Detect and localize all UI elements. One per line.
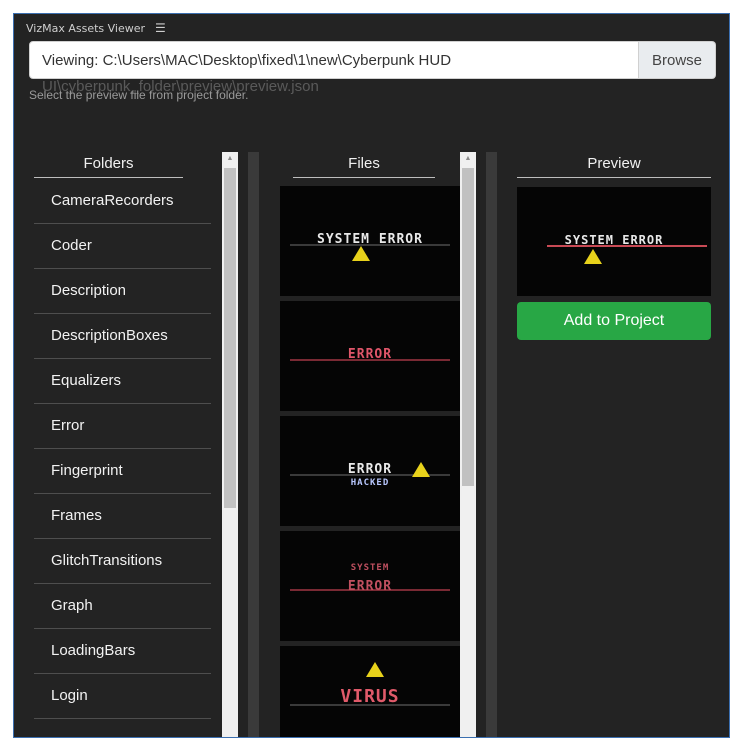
file-label: ERROR — [347, 462, 393, 477]
folders-scrollbar[interactable]: ▲ — [222, 152, 238, 737]
folders-header: Folders — [34, 154, 183, 178]
warning-icon — [366, 662, 384, 677]
window-title: VizMax Assets Viewer — [26, 21, 146, 35]
folder-item[interactable]: Equalizers — [34, 359, 211, 404]
file-label: VIRUS — [340, 686, 400, 707]
add-to-project-button[interactable]: Add to Project — [517, 302, 711, 340]
title-bar: VizMax Assets Viewer ☰ — [26, 21, 166, 35]
panel-divider-right — [486, 152, 497, 737]
preview-label: SYSTEM ERROR — [564, 233, 664, 247]
warning-icon — [352, 246, 370, 261]
file-thumbnail[interactable]: HACKED ERROR — [280, 416, 460, 526]
hamburger-menu-icon[interactable]: ☰ — [155, 22, 166, 34]
path-input[interactable] — [29, 41, 639, 79]
folder-item[interactable]: Description — [34, 269, 211, 314]
file-label: ERROR — [347, 347, 393, 362]
file-sub-label: HACKED — [350, 478, 390, 488]
browse-button[interactable]: Browse — [639, 41, 716, 79]
file-thumbnail[interactable]: VIRUS — [280, 646, 460, 737]
folder-item[interactable]: Coder — [34, 224, 211, 269]
files-list[interactable]: SYSTEM ERROR ERROR HACKED ERROR SYSTEM ERROR V… — [280, 186, 460, 737]
scroll-up-icon[interactable]: ▲ — [222, 152, 238, 166]
file-thumbnail[interactable]: ERROR — [280, 301, 460, 411]
folder-item[interactable]: CameraRecorders — [34, 179, 211, 224]
file-thumbnail[interactable]: SYSTEM ERROR — [280, 186, 460, 296]
scroll-up-icon[interactable]: ▲ — [460, 152, 476, 166]
folder-item[interactable]: GlitchTransitions — [34, 539, 211, 584]
preview-image: SYSTEM ERROR — [517, 187, 711, 296]
folder-item[interactable]: Error — [34, 404, 211, 449]
files-scroll-thumb[interactable] — [462, 168, 474, 486]
path-bar: Browse — [29, 41, 716, 79]
preview-header: Preview — [517, 154, 711, 178]
folder-item[interactable]: Login — [34, 674, 211, 719]
folders-list[interactable]: CameraRecorders Coder Description Descripti… — [34, 179, 211, 737]
file-label: ERROR — [347, 579, 393, 594]
folder-item[interactable]: Frames — [34, 494, 211, 539]
file-thumbnail[interactable]: SYSTEM ERROR — [280, 531, 460, 641]
path-hint: Select the preview file from project fol… — [29, 88, 249, 102]
file-sub-label: SYSTEM — [350, 563, 390, 573]
app-window: VizMax Assets Viewer ☰ Browse UI\cyberpu… — [13, 13, 730, 738]
file-label: SYSTEM ERROR — [317, 232, 423, 247]
files-scrollbar[interactable]: ▲ — [460, 152, 476, 737]
warning-icon — [412, 462, 430, 477]
folders-scroll-thumb[interactable] — [224, 168, 236, 508]
folder-item[interactable]: Fingerprint — [34, 449, 211, 494]
folder-item[interactable]: DescriptionBoxes — [34, 314, 211, 359]
folder-item[interactable]: LoadingBars — [34, 629, 211, 674]
folder-item[interactable]: Graph — [34, 584, 211, 629]
warning-icon — [584, 249, 602, 264]
files-header: Files — [293, 154, 435, 178]
panel-divider-left — [248, 152, 259, 737]
